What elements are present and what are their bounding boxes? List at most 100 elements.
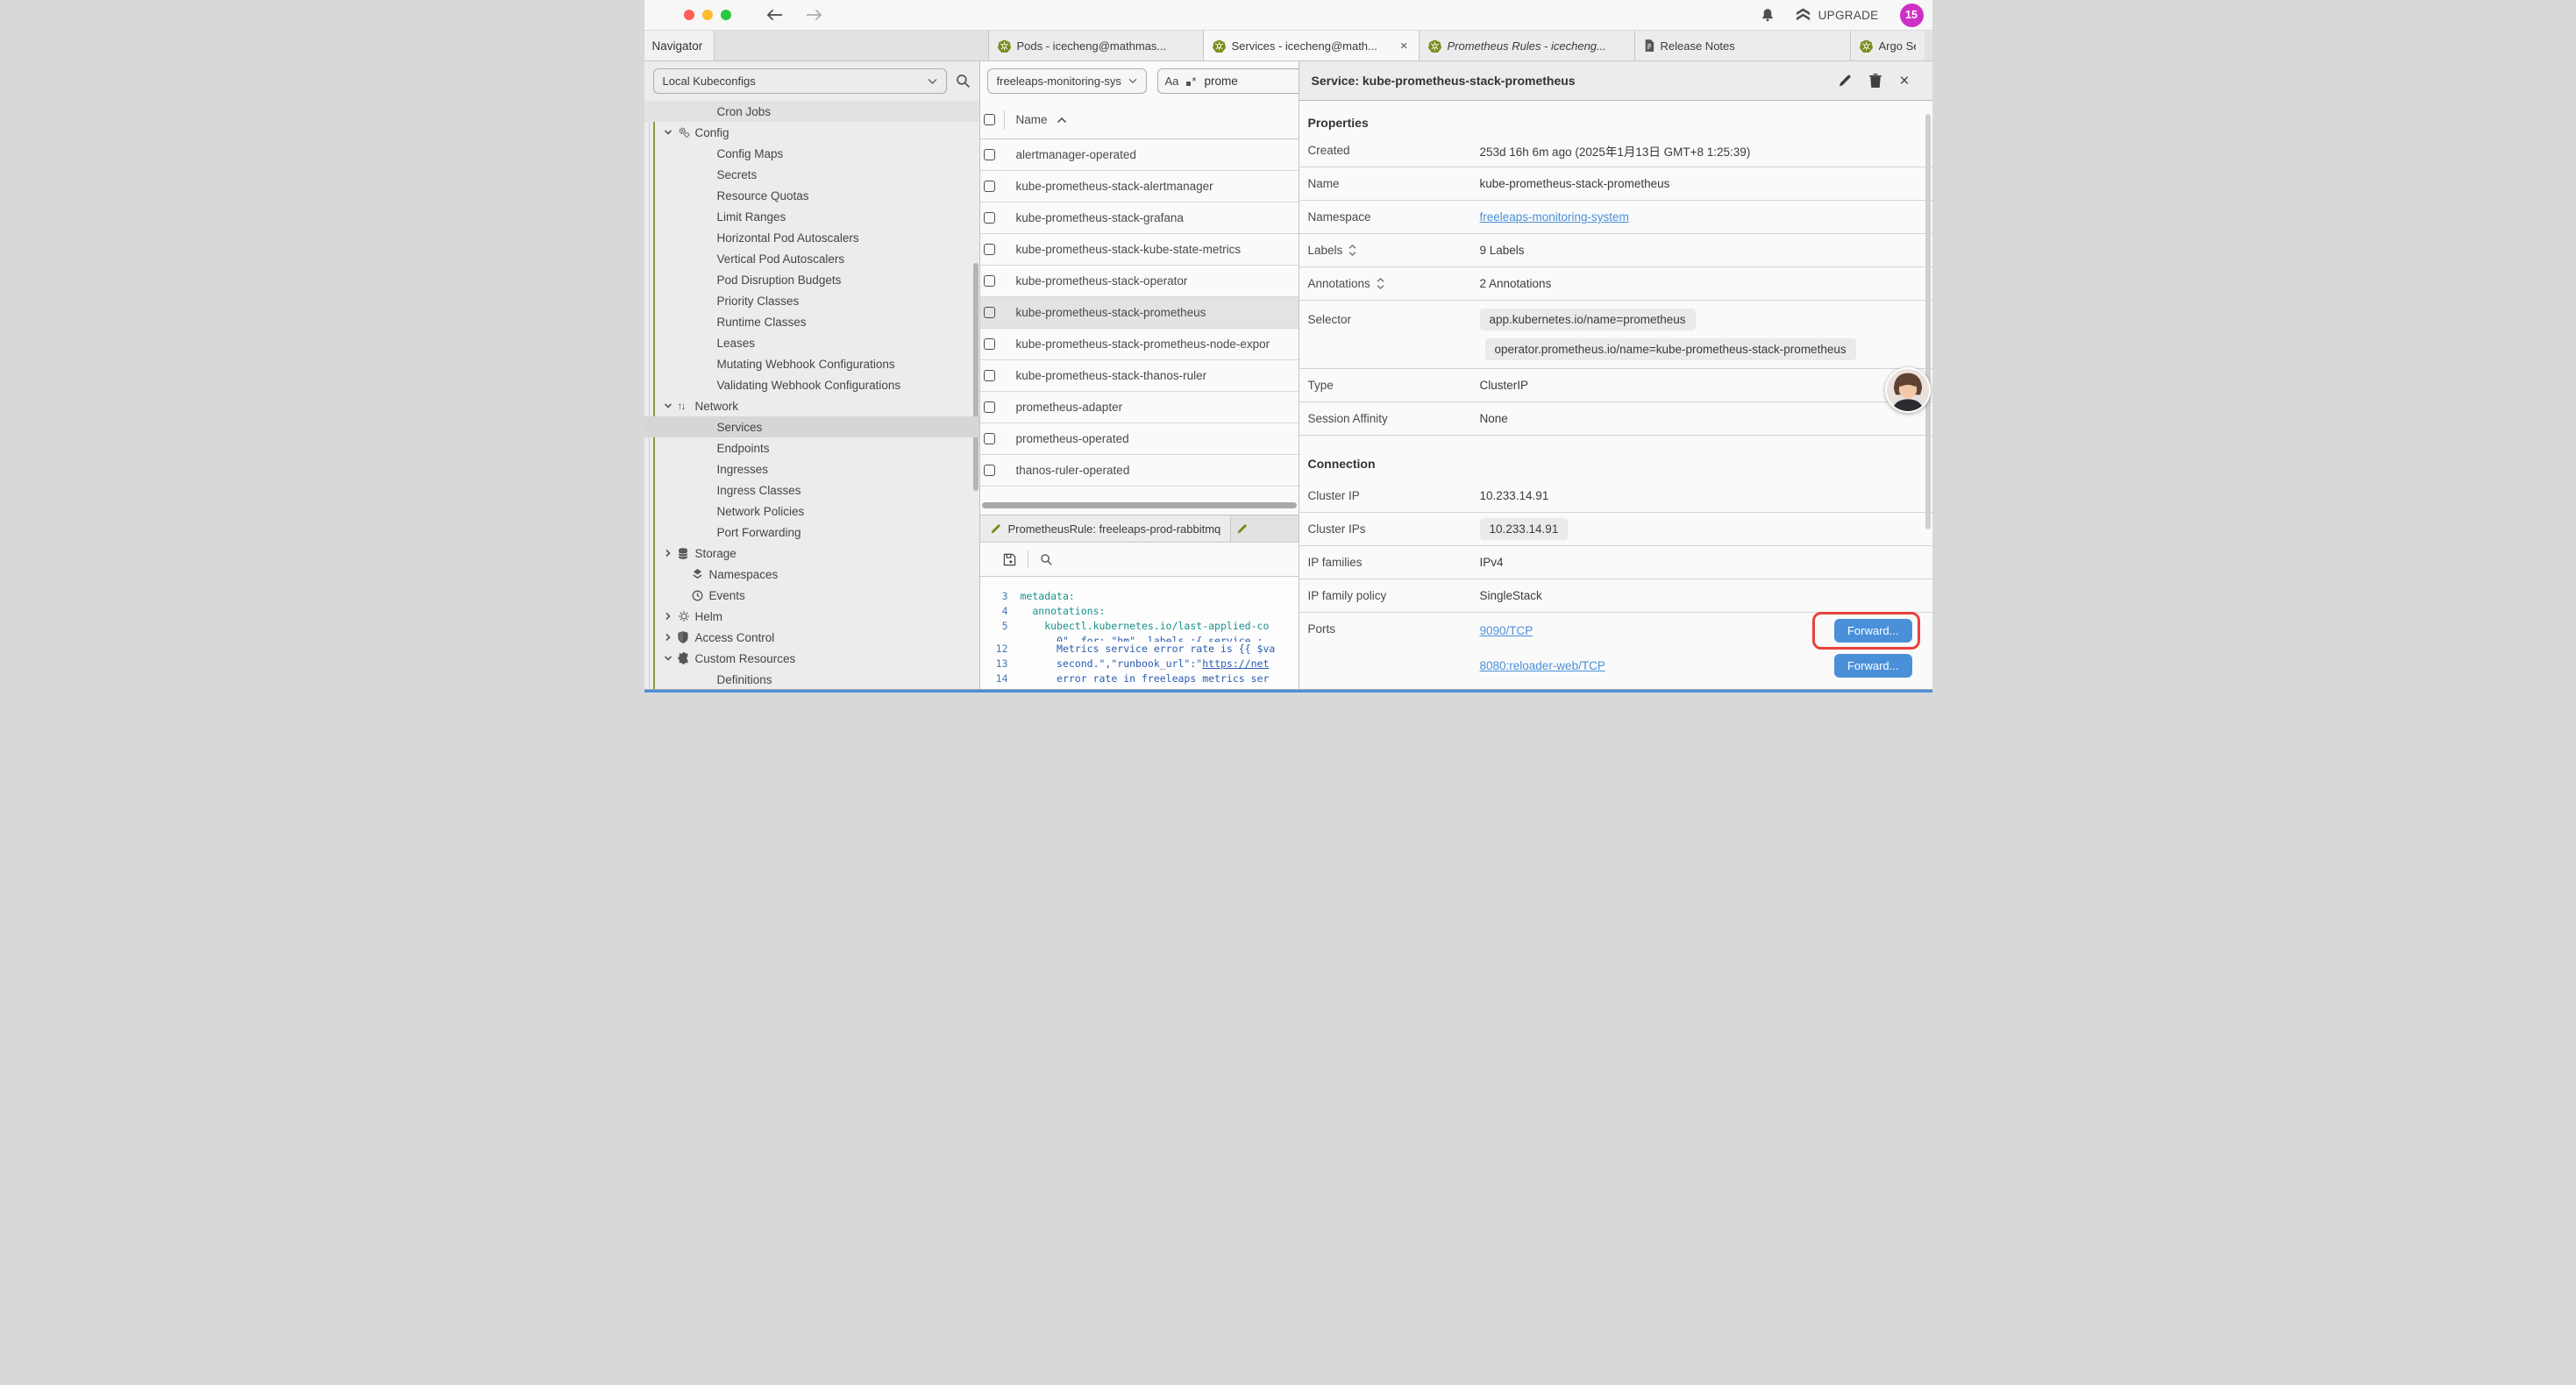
namespace-select[interactable]: freeleaps-monitoring-system: [987, 68, 1147, 94]
tree-item-label: Access Control: [695, 631, 775, 644]
name-column-header[interactable]: Name: [1016, 113, 1048, 126]
tree-item[interactable]: Access Control: [644, 627, 979, 648]
row-checkbox[interactable]: [984, 149, 995, 160]
forward-button[interactable]: Forward...: [1834, 654, 1912, 678]
close-icon[interactable]: ×: [1398, 39, 1410, 53]
tree-chevron-icon[interactable]: [664, 612, 678, 621]
row-checkbox[interactable]: [984, 401, 995, 413]
tree-item[interactable]: Storage: [644, 543, 979, 564]
close-window-button[interactable]: [684, 10, 694, 20]
tree-item[interactable]: Pod Disruption Budgets: [644, 269, 979, 290]
user-avatar[interactable]: [1885, 367, 1931, 413]
yaml-editor[interactable]: 3 metadata: 4 annotations: 5 kubectl.kub…: [980, 577, 1299, 689]
back-arrow-icon[interactable]: [766, 9, 783, 21]
service-row[interactable]: thanos-ruler-operated: [980, 455, 1299, 487]
tree-item[interactable]: Network Policies: [644, 501, 979, 522]
tree-item[interactable]: Endpoints: [644, 437, 979, 458]
horizontal-scrollbar-thumb[interactable]: [982, 502, 1297, 508]
port-link[interactable]: 9090/TCP: [1480, 624, 1534, 637]
search-icon[interactable]: [956, 74, 971, 89]
tree-item[interactable]: Limit Ranges: [644, 206, 979, 227]
row-checkbox[interactable]: [984, 181, 995, 192]
tree-item[interactable]: Secrets: [644, 164, 979, 185]
tree-chevron-icon[interactable]: [664, 549, 678, 558]
tree-item[interactable]: Priority Classes: [644, 290, 979, 311]
navigator-panel-tab[interactable]: Navigator: [644, 31, 715, 60]
notification-count-badge[interactable]: 15: [1900, 4, 1924, 27]
tree-item[interactable]: Cron Jobs: [644, 101, 979, 122]
tree-item[interactable]: Leases: [644, 332, 979, 353]
detail-scrollbar-thumb[interactable]: [1925, 114, 1931, 529]
port-link[interactable]: 8080:reloader-web/TCP: [1480, 659, 1605, 672]
editor-search-icon[interactable]: [1040, 553, 1053, 566]
document-tab[interactable]: Pods - icecheng@mathmas... ×: [988, 31, 1204, 60]
tree-chevron-icon[interactable]: [664, 128, 678, 137]
document-tab[interactable]: Argo Se ×: [1851, 31, 1925, 60]
tree-item[interactable]: Custom Resources: [644, 648, 979, 669]
properties-rows: Created 253d 16h 6m ago (2025年1月13日 GMT+…: [1299, 134, 1932, 436]
sort-updown-icon[interactable]: [1348, 245, 1356, 256]
tree-item[interactable]: Resource Quotas: [644, 185, 979, 206]
row-checkbox[interactable]: [984, 465, 995, 476]
row-checkbox[interactable]: [984, 244, 995, 255]
service-row[interactable]: prometheus-operated: [980, 423, 1299, 455]
row-checkbox[interactable]: [984, 433, 995, 444]
regex-toggle[interactable]: *: [1186, 75, 1196, 88]
service-row[interactable]: alertmanager-operated: [980, 139, 1299, 171]
tree-item[interactable]: Horizontal Pod Autoscalers: [644, 227, 979, 248]
sort-updown-icon[interactable]: [1377, 278, 1384, 289]
delete-trash-icon[interactable]: [1869, 74, 1882, 88]
minimize-window-button[interactable]: [702, 10, 713, 20]
tree-item[interactable]: Runtime Classes: [644, 311, 979, 332]
row-checkbox[interactable]: [984, 275, 995, 287]
namespace-link[interactable]: freeleaps-monitoring-system: [1480, 210, 1629, 224]
tree-item[interactable]: Mutating Webhook Configurations: [644, 353, 979, 374]
tree-item[interactable]: Config Maps: [644, 143, 979, 164]
close-panel-icon[interactable]: ×: [1899, 73, 1909, 89]
tree-item[interactable]: Helm: [644, 606, 979, 627]
service-row[interactable]: kube-prometheus-stack-alertmanager: [980, 171, 1299, 202]
tree-item[interactable]: Port Forwarding: [644, 522, 979, 543]
sort-ascending-icon[interactable]: [1057, 117, 1067, 124]
tree-chevron-icon[interactable]: [664, 633, 678, 642]
document-tab[interactable]: Prometheus Rules - icecheng... ×: [1420, 31, 1635, 60]
save-icon[interactable]: [1003, 553, 1016, 566]
service-row[interactable]: kube-prometheus-stack-prometheus-node-ex…: [980, 329, 1299, 360]
tree-chevron-icon[interactable]: [664, 401, 678, 410]
tree-item[interactable]: Events: [644, 585, 979, 606]
service-row[interactable]: prometheus-adapter: [980, 392, 1299, 423]
tree-item[interactable]: Config: [644, 122, 979, 143]
service-row[interactable]: kube-prometheus-stack-kube-state-metrics: [980, 234, 1299, 266]
row-checkbox[interactable]: [984, 370, 995, 381]
tree-item[interactable]: Validating Webhook Configurations: [644, 374, 979, 395]
editor-tab[interactable]: PrometheusRule: freeleaps-prod-rabbitmq: [980, 515, 1232, 542]
service-row[interactable]: kube-prometheus-stack-operator: [980, 266, 1299, 297]
service-row[interactable]: kube-prometheus-stack-prometheus: [980, 297, 1299, 329]
service-row[interactable]: kube-prometheus-stack-grafana: [980, 202, 1299, 234]
filter-input[interactable]: [1204, 75, 1265, 88]
match-case-toggle[interactable]: Aa: [1165, 75, 1179, 88]
row-checkbox[interactable]: [984, 307, 995, 318]
kubeconfig-select[interactable]: Local Kubeconfigs: [653, 68, 947, 94]
notifications-bell-icon[interactable]: [1761, 8, 1775, 22]
tree-item[interactable]: ↑↓ Network: [644, 395, 979, 416]
forward-arrow-icon[interactable]: [806, 9, 822, 21]
tree-item[interactable]: Definitions: [644, 669, 979, 689]
document-tab[interactable]: Release Notes ×: [1635, 31, 1851, 60]
row-checkbox[interactable]: [984, 338, 995, 350]
upgrade-button[interactable]: UPGRADE: [1796, 8, 1879, 22]
service-row[interactable]: kube-prometheus-stack-thanos-ruler: [980, 360, 1299, 392]
tree-item[interactable]: Ingresses: [644, 458, 979, 479]
document-tab[interactable]: Services - icecheng@math... ×: [1204, 31, 1420, 60]
row-checkbox[interactable]: [984, 212, 995, 224]
tree-item[interactable]: Namespaces: [644, 564, 979, 585]
editor-tab-partial[interactable]: [1231, 515, 1298, 542]
tree-item[interactable]: Ingress Classes: [644, 479, 979, 501]
zoom-window-button[interactable]: [721, 10, 731, 20]
tree-chevron-icon[interactable]: [664, 654, 678, 663]
tree-item[interactable]: Vertical Pod Autoscalers: [644, 248, 979, 269]
edit-pencil-icon[interactable]: [1838, 74, 1852, 88]
forward-button[interactable]: Forward...: [1834, 619, 1912, 643]
tree-item[interactable]: Services: [644, 416, 979, 437]
select-all-checkbox[interactable]: [984, 114, 995, 125]
